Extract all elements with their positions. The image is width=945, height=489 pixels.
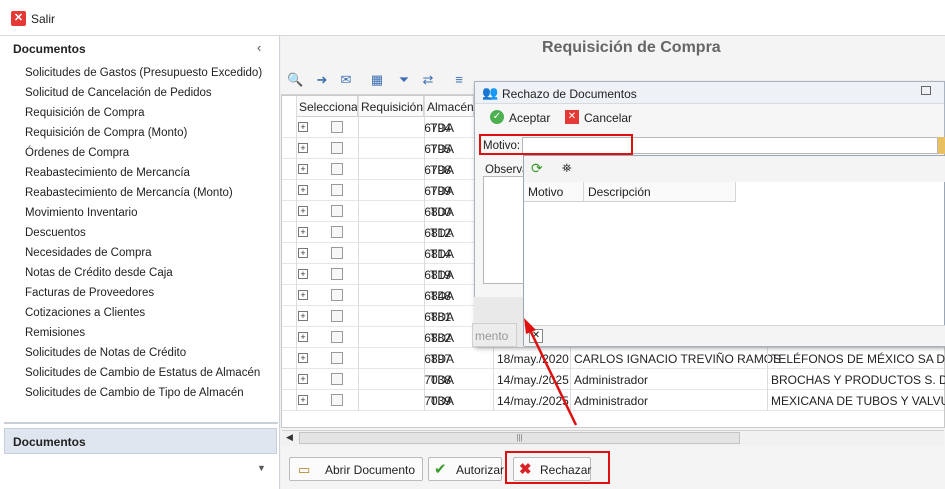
arrow-head [524, 318, 536, 334]
arrow-line [528, 329, 578, 426]
annotation-arrow [524, 318, 578, 426]
